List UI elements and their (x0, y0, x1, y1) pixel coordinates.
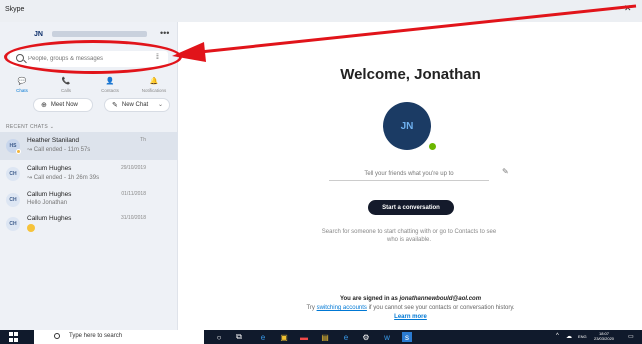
chat-last-message: ↝ Call ended - 11m 57s (27, 147, 91, 153)
pencil-icon[interactable]: ✎ (502, 167, 509, 176)
meet-now-button[interactable]: ⊕ Meet Now (33, 98, 93, 112)
profile-initials[interactable]: JN (34, 31, 43, 38)
chat-name: Callum Hughes (27, 165, 72, 172)
ie-icon[interactable]: e (341, 332, 351, 342)
window-title: Skype (5, 6, 25, 13)
recent-chats-label[interactable]: RECENT CHATS ⌄ (6, 124, 54, 130)
store-icon[interactable]: ▣ (279, 332, 289, 342)
nav-tabs: 💬 Chats 📞 Calls 👤 Contacts 🔔 Notificatio… (0, 78, 178, 98)
meet-now-icon: ⊕ (41, 102, 47, 109)
new-chat-button[interactable]: ✎ New Chat ⌄ (104, 98, 170, 112)
minimize-button[interactable]: – (600, 3, 605, 13)
avatar: CH (6, 193, 20, 207)
tab-contacts-label: Contacts (101, 88, 119, 93)
chevron-up-icon[interactable]: ^ (556, 333, 559, 339)
tab-calls-label: Calls (60, 88, 71, 93)
meet-now-label: Meet Now (50, 102, 78, 108)
tab-chats[interactable]: 💬 Chats (4, 78, 40, 93)
skype-taskbar-icon[interactable]: s (402, 332, 412, 342)
avatar: CH (6, 167, 20, 181)
chat-name: Heather Staniland (27, 137, 80, 144)
cortana-icon[interactable]: ○ (214, 332, 224, 342)
word-icon[interactable]: w (382, 332, 392, 342)
taskbar-search[interactable]: Type here to search (34, 330, 204, 344)
clock[interactable]: 18:07 23/03/2020 (594, 331, 614, 341)
mail-icon[interactable]: ▬ (299, 332, 309, 342)
mood-message-field[interactable]: Tell your friends what you're up to (329, 171, 489, 181)
avatar: CH (6, 217, 20, 231)
new-chat-icon: ✎ (112, 102, 118, 109)
welcome-heading: Welcome, Jonathan (340, 66, 481, 83)
chat-last-message: ↝ Call ended - 1h 26m 39s (27, 175, 100, 181)
taskbar-search-text: Type here to search (69, 333, 123, 339)
contacts-hint: Search for someone to start chatting wit… (321, 229, 497, 243)
presence-away-icon (16, 149, 21, 154)
chat-time: 01/11/2018 (121, 191, 146, 197)
chat-last-message: Hello Jonathan (27, 200, 68, 206)
notification-icon[interactable]: ▭ (628, 333, 634, 340)
switching-accounts-link[interactable]: switching accounts (317, 305, 367, 311)
switch-accounts-text: Try switching accounts if you cannot see… (306, 305, 515, 311)
chat-time: Th (140, 137, 146, 143)
cloud-icon[interactable]: ☁ (566, 333, 572, 340)
profile-avatar[interactable]: JN (383, 102, 431, 150)
account-email: jonathannewbould@aol.com (399, 296, 482, 302)
edge-icon[interactable]: e (258, 332, 268, 342)
chat-item[interactable]: CH Callum Hughes ↝ Call ended - 1h 26m 3… (0, 160, 178, 188)
learn-more-link[interactable]: Learn more (179, 314, 642, 320)
task-view-icon[interactable]: ⧉ (234, 332, 244, 342)
close-button[interactable]: ✕ (624, 3, 632, 14)
main-panel: Welcome, Jonathan JN Tell your friends w… (179, 22, 642, 330)
chat-name: Callum Hughes (27, 191, 72, 198)
chevron-down-icon: ⌄ (157, 102, 163, 108)
tab-contacts[interactable]: 👤 Contacts (92, 78, 128, 93)
settings-gear-icon[interactable]: ⚙ (361, 332, 371, 342)
emoji-icon (27, 224, 35, 232)
signed-in-text: You are signed in as jonathannewbould@ao… (339, 296, 482, 302)
bell-icon: 🔔 (149, 78, 159, 85)
tab-notifications[interactable]: 🔔 Notifications (136, 78, 172, 93)
phone-icon: 📞 (61, 78, 71, 85)
chat-time: 29/10/2019 (120, 165, 146, 171)
annotation-ellipse (4, 40, 182, 74)
presence-online-icon (428, 142, 437, 151)
chat-time: 31/10/2018 (120, 215, 146, 221)
start-conversation-button[interactable]: Start a conversation (368, 200, 454, 215)
more-options-icon[interactable]: ••• (160, 28, 169, 38)
language-indicator[interactable]: ENG (578, 334, 587, 339)
chat-item[interactable]: HS Heather Staniland ↝ Call ended - 11m … (0, 132, 178, 160)
new-chat-label: New Chat (121, 102, 149, 108)
contacts-icon: 👤 (105, 78, 115, 85)
title-bar: Skype – ✕ (0, 0, 642, 22)
taskbar: Type here to search ○ ⧉ e ▣ ▬ ▤ e ⚙ w s … (0, 330, 642, 344)
tab-notifications-label: Notifications (141, 88, 167, 93)
chat-icon: 💬 (17, 78, 27, 85)
search-icon (54, 333, 60, 339)
windows-start-icon[interactable] (9, 332, 19, 342)
chat-name: Callum Hughes (27, 215, 72, 222)
profile-name-redacted (52, 31, 147, 37)
file-explorer-icon[interactable]: ▤ (320, 332, 330, 342)
chat-item[interactable]: CH Callum Hughes 31/10/2018 (0, 210, 178, 238)
tab-chats-label: Chats (16, 88, 28, 93)
tab-calls[interactable]: 📞 Calls (48, 78, 84, 93)
